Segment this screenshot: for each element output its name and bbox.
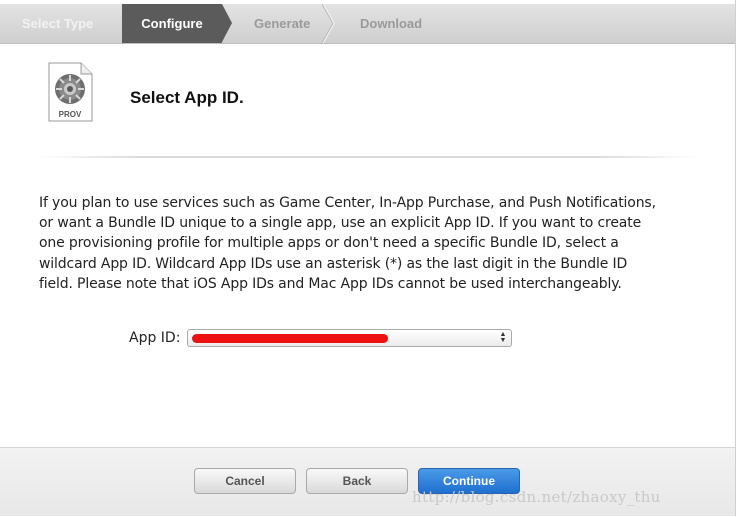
provisioning-profile-wizard: Select Type Configure Generate Download: [0, 0, 736, 516]
provisioning-profile-icon: PROV: [48, 62, 93, 122]
step-download: Download: [360, 16, 423, 31]
step-separator-icon: [322, 4, 335, 43]
app-id-label: App ID:: [129, 330, 181, 346]
step-select-type[interactable]: Select Type: [0, 4, 122, 43]
cancel-button[interactable]: Cancel: [194, 468, 296, 494]
redaction-mark: [192, 334, 388, 343]
description-text: If you plan to use services such as Game…: [39, 195, 656, 292]
watermark: http://blog.csdn.net/zhaoxy_thu: [412, 488, 661, 506]
step-configure: Configure: [122, 4, 232, 43]
step-generate: Generate: [254, 16, 311, 31]
divider: [38, 156, 698, 158]
app-id-select[interactable]: ▲ ▼: [187, 329, 512, 347]
prov-label: PROV: [59, 110, 82, 119]
select-arrows-icon: ▲ ▼: [499, 331, 507, 344]
step-bar: Select Type Configure Generate Download: [0, 4, 735, 44]
page-title: Select App ID.: [130, 88, 244, 107]
back-button[interactable]: Back: [306, 468, 408, 494]
